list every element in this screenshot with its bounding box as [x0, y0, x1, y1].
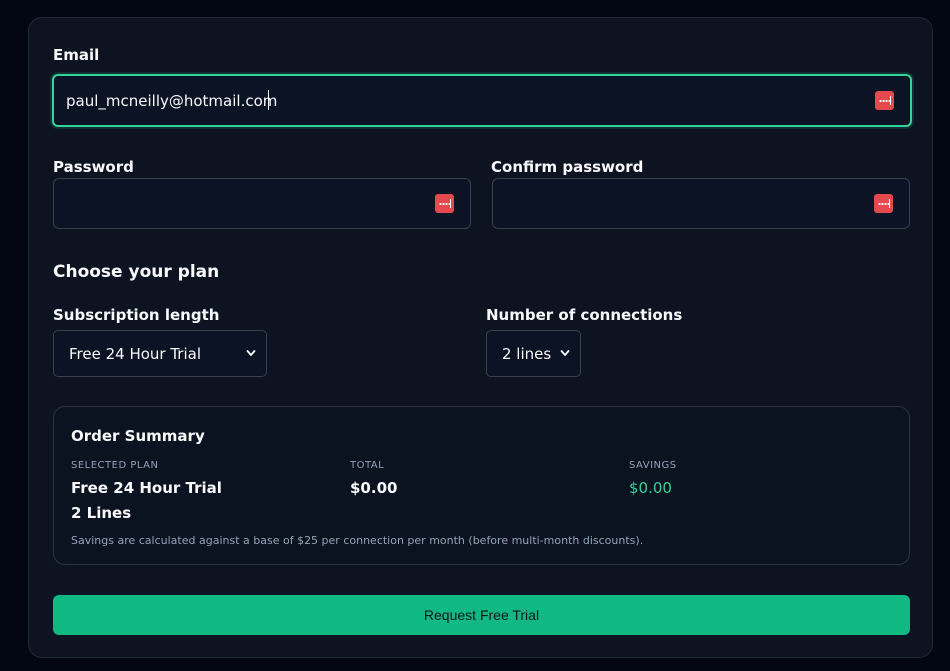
password-manager-icon[interactable]: [435, 194, 454, 213]
password-field[interactable]: [53, 178, 471, 229]
confirm-password-input[interactable]: [505, 179, 861, 228]
subscription-length-value: Free 24 Hour Trial: [69, 345, 202, 363]
password-manager-icon[interactable]: [874, 194, 893, 213]
text-cursor: [268, 90, 269, 110]
subscription-length-select[interactable]: Free 24 Hour Trial: [53, 330, 267, 377]
savings-value: $0.00: [629, 479, 672, 497]
confirm-password-label: Confirm password: [491, 158, 644, 176]
password-label: Password: [53, 158, 134, 176]
chevron-down-icon: [560, 350, 570, 356]
chevron-down-icon: [246, 350, 256, 356]
connections-select[interactable]: 2 lines: [486, 330, 581, 377]
order-summary-title: Order Summary: [71, 427, 205, 445]
selected-plan-caption: SELECTED PLAN: [71, 460, 159, 471]
selected-plan-name: Free 24 Hour Trial: [71, 479, 222, 497]
selected-plan-lines: 2 Lines: [71, 504, 132, 522]
plan-heading: Choose your plan: [53, 262, 220, 282]
email-field[interactable]: [52, 74, 912, 127]
total-value: $0.00: [350, 479, 398, 497]
savings-caption: SAVINGS: [629, 460, 677, 471]
email-label: Email: [53, 46, 100, 64]
connections-label: Number of connections: [486, 306, 683, 324]
password-input[interactable]: [66, 179, 422, 228]
confirm-password-field[interactable]: [492, 178, 910, 229]
order-summary: Order Summary SELECTED PLAN Free 24 Hour…: [53, 406, 910, 565]
email-input[interactable]: [66, 76, 862, 125]
connections-value: 2 lines: [502, 345, 552, 363]
password-manager-icon[interactable]: [875, 91, 894, 110]
subscription-length-label: Subscription length: [53, 306, 220, 324]
savings-note: Savings are calculated against a base of…: [71, 534, 644, 547]
request-free-trial-button[interactable]: Request Free Trial: [53, 595, 910, 635]
total-caption: TOTAL: [350, 460, 385, 471]
signup-card: Email Password Confirm password Choose y…: [28, 17, 933, 658]
